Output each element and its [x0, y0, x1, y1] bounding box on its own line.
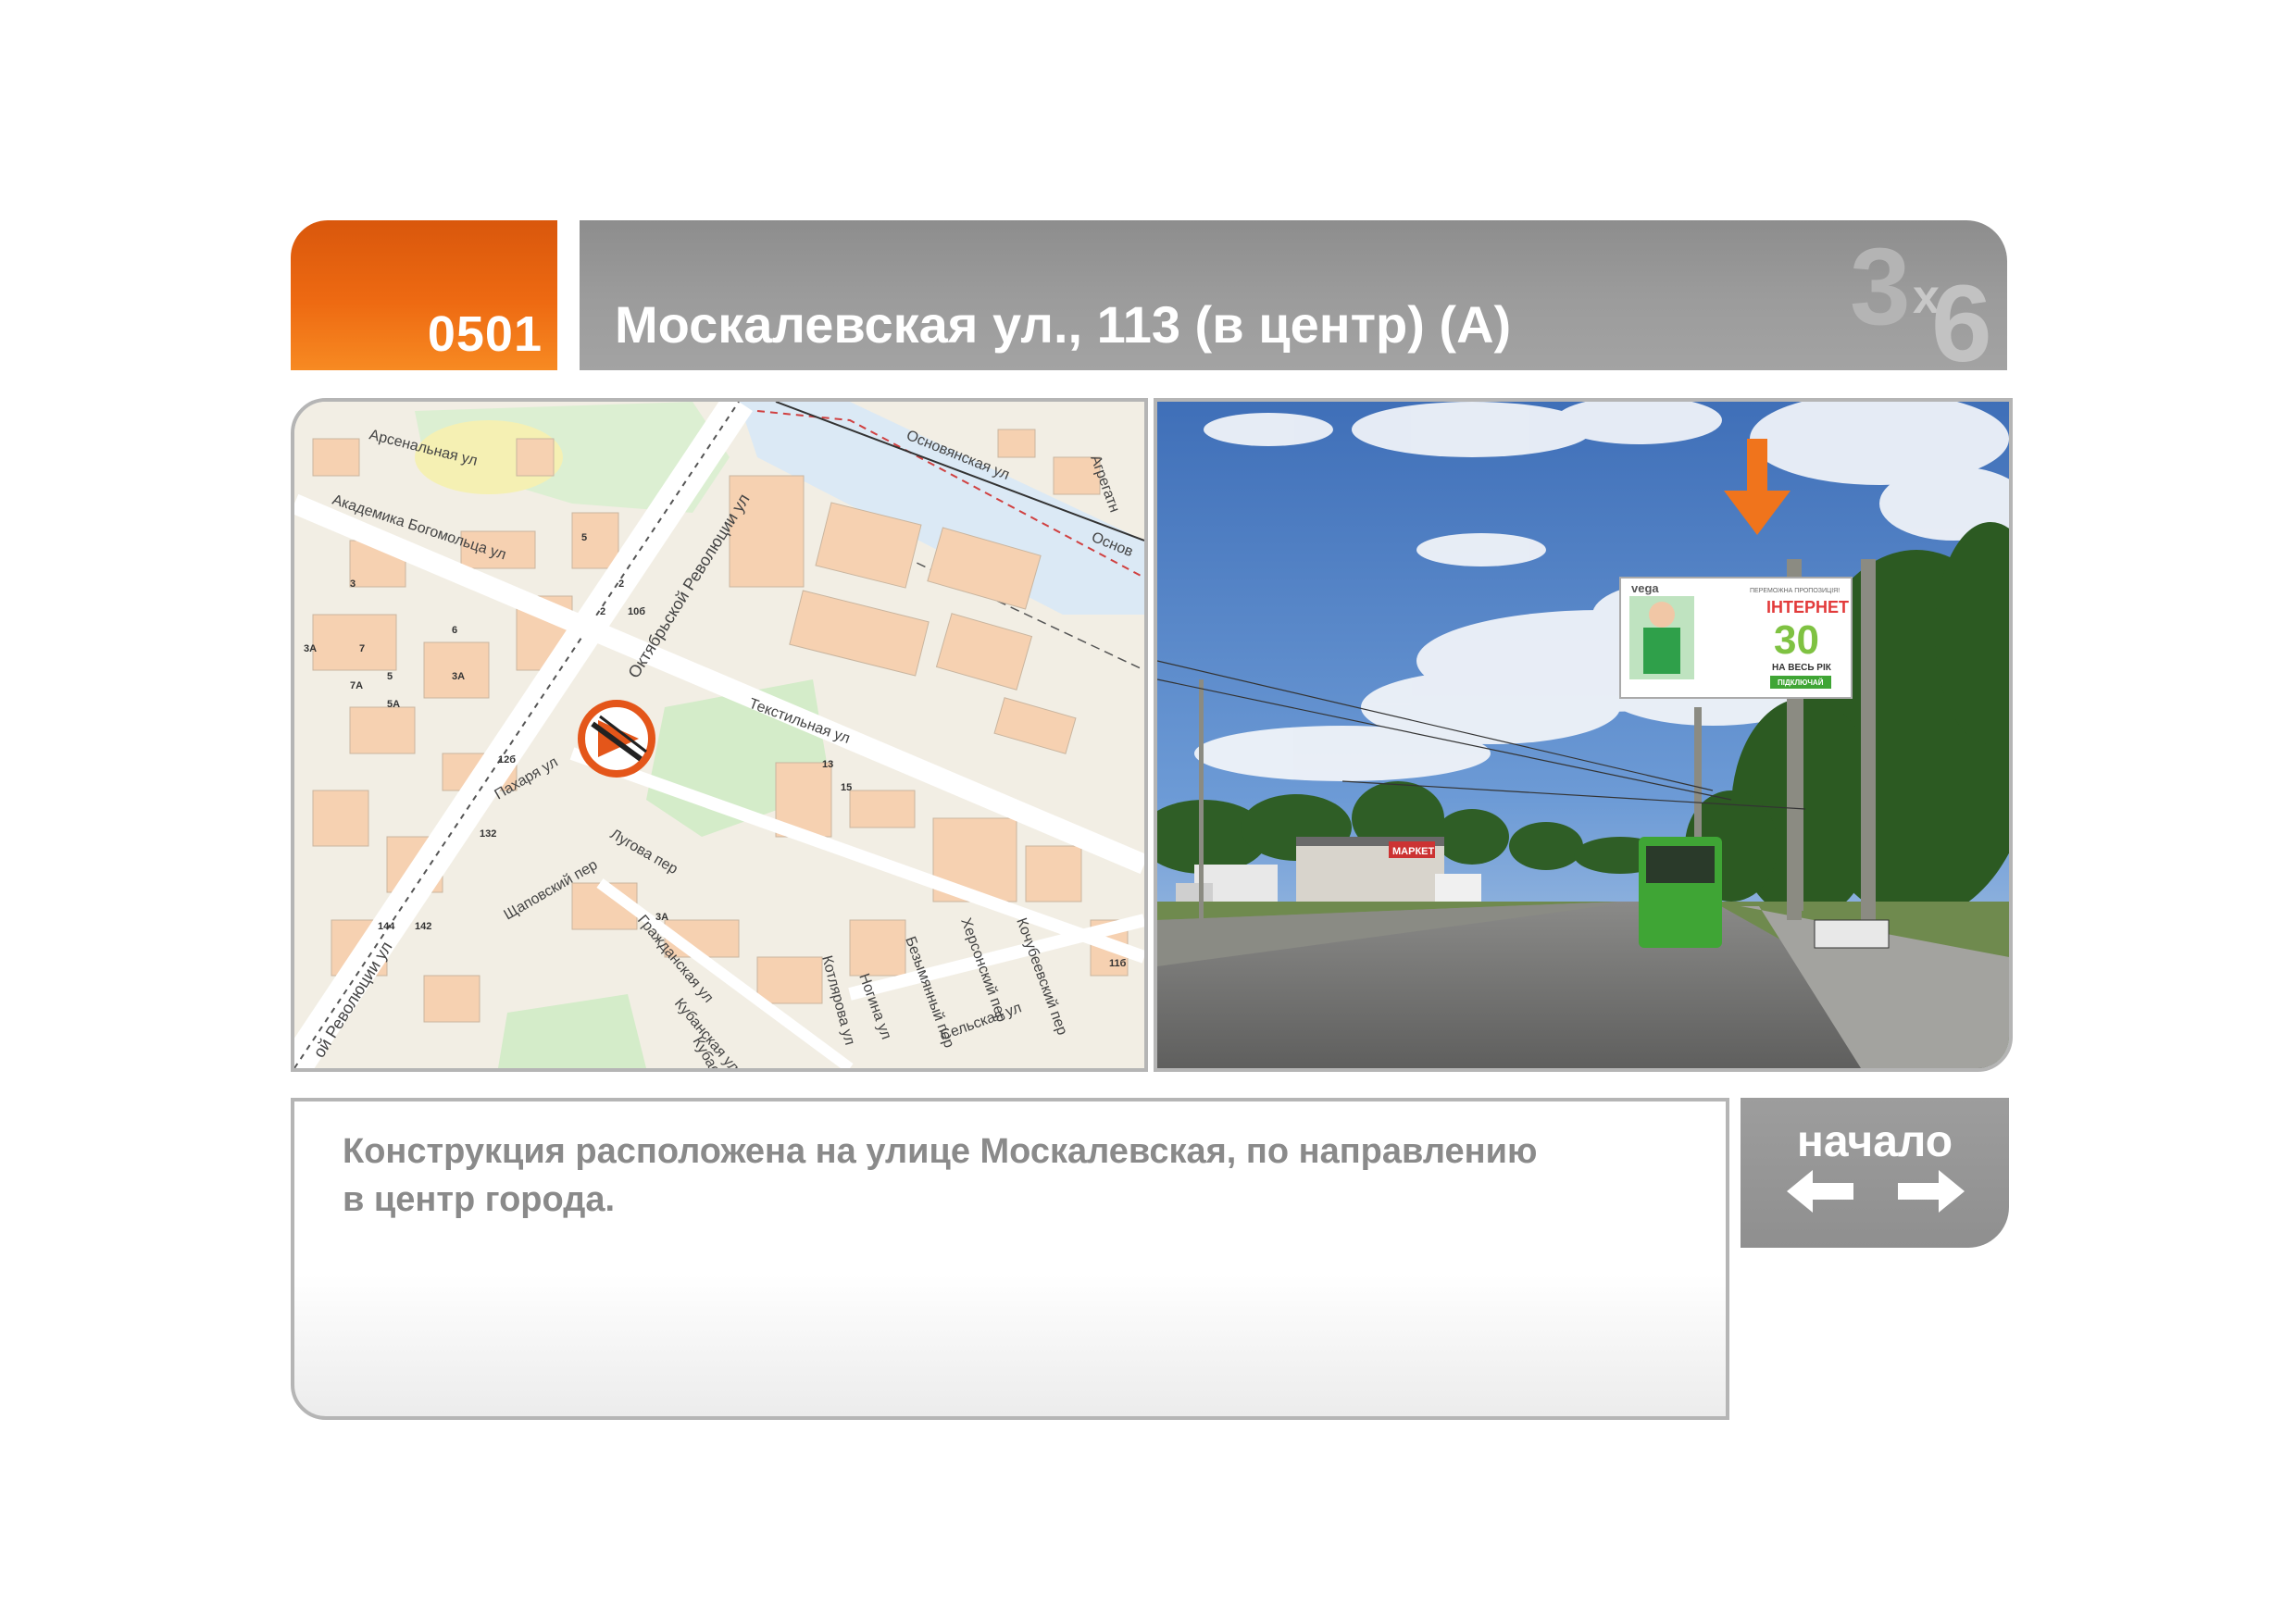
billboard-headline: ПЕРЕМОЖНА ПРОПОЗИЦІЯ!	[1750, 588, 1840, 594]
house-number: 132	[480, 828, 496, 840]
billboard-sub: НА ВЕСЬ РІК	[1772, 663, 1832, 673]
house-number: 6	[452, 625, 457, 636]
house-number: 5	[581, 532, 587, 543]
house-number: 2	[600, 606, 605, 617]
house-number: 11б	[1109, 958, 1127, 969]
object-code: 0501	[427, 306, 543, 362]
location-map[interactable]: Арсенальная ул Академика Богомольца ул О…	[291, 398, 1148, 1072]
billboard-number: 30	[1774, 617, 1819, 663]
billboard[interactable]: vega ПЕРЕМОЖНА ПРОПОЗИЦІЯ! ІНТЕРНЕТ 30 Н…	[1619, 577, 1853, 699]
format-digit-left: 3	[1850, 226, 1911, 348]
house-number: 7	[359, 643, 365, 654]
billboard-location-marker[interactable]	[578, 700, 655, 778]
house-number: 5	[387, 671, 393, 682]
format-digit-right: 6	[1931, 263, 1992, 370]
house-number: 5А	[387, 699, 400, 710]
billboard-brand: vega	[1631, 581, 1659, 595]
house-number: 3А	[304, 643, 317, 654]
house-number: 10б	[628, 606, 645, 617]
arrow-right-icon[interactable]	[1890, 1168, 1965, 1214]
house-number: 7А	[350, 680, 363, 691]
house-number: 3А	[655, 912, 668, 923]
house-number: 15	[841, 782, 852, 793]
arrow-left-icon[interactable]	[1787, 1168, 1861, 1214]
house-number: 144	[378, 921, 395, 932]
format-logo: 3 x 6	[1842, 220, 2028, 370]
page-title: Москалевская ул., 113 (в центр) (А)	[615, 295, 1512, 354]
description-text: Конструкция расположена на улице Москале…	[343, 1132, 1538, 1219]
house-number: 142	[415, 921, 431, 932]
location-photo[interactable]: МАРКЕТ vega ПЕРЕМОЖНА ПРОПОЗИЦІЯ! ІНТЕРН…	[1154, 398, 2013, 1072]
home-link[interactable]: начало	[1741, 1116, 2009, 1167]
house-number: 2	[618, 579, 624, 590]
house-number: 3	[350, 579, 356, 590]
house-number: 12б	[498, 754, 516, 765]
shop-sign-text: МАРКЕТ	[1392, 846, 1434, 857]
bus-window	[1646, 846, 1715, 883]
billboard-base	[1814, 919, 1890, 949]
billboard-button: ПІДКЛЮЧАЙ	[1778, 678, 1824, 687]
house-number: 3А	[452, 671, 465, 682]
billboard-offer: ІНТЕРНЕТ	[1766, 598, 1849, 616]
house-number: 13	[822, 759, 833, 770]
